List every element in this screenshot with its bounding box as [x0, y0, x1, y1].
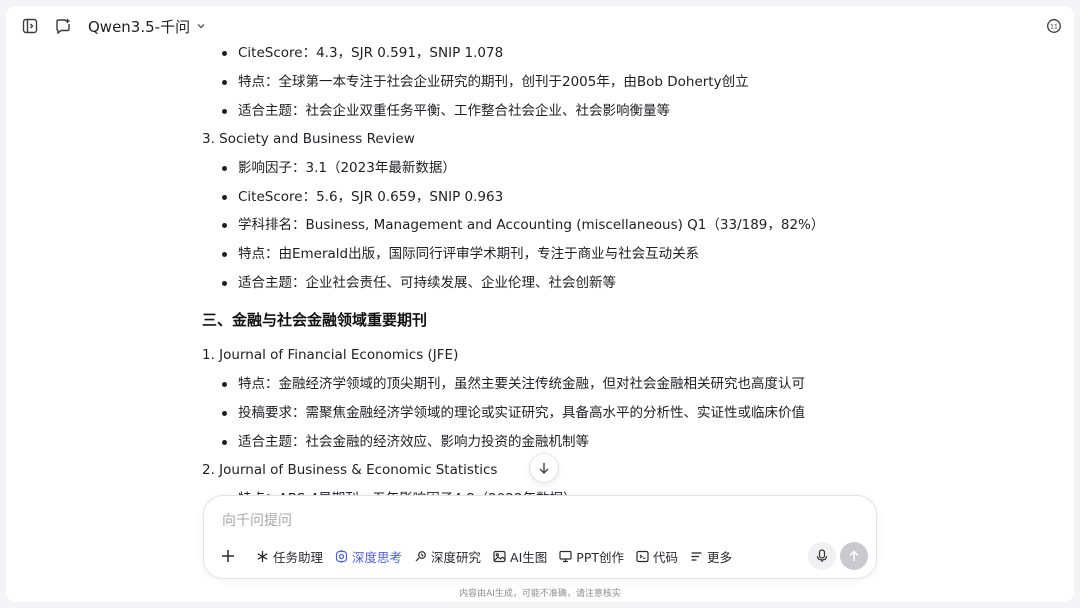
- bullet-item: 特点：由Emerald出版，国际同行评审学术期刊，专注于商业与社会互动关系: [222, 244, 699, 264]
- scroll-to-bottom-button[interactable]: [529, 453, 559, 483]
- tool-task-assistant[interactable]: 任务助理: [250, 544, 329, 568]
- chevron-down-icon: [197, 24, 205, 29]
- plus-icon: [222, 550, 234, 562]
- tool-label: 代码: [653, 549, 679, 565]
- sparkle-icon: [257, 550, 268, 562]
- tool-more[interactable]: 更多: [684, 544, 738, 568]
- menu-icon: [691, 551, 702, 561]
- tool-label: PPT创作: [576, 549, 625, 565]
- bullet-item: CiteScore：5.6，SJR 0.659，SNIP 0.963: [222, 187, 503, 207]
- tool-deep-thinking[interactable]: 深度思考: [329, 544, 408, 568]
- image-icon: [493, 550, 506, 562]
- attach-button[interactable]: [214, 544, 242, 568]
- bullet-item: 适合主题：社会企业双重任务平衡、工作整合社会企业、社会影响衡量等: [222, 101, 670, 121]
- numbered-item: 1. Journal of Financial Economics (JFE): [202, 347, 459, 363]
- prompt-input[interactable]: [222, 510, 822, 532]
- bullet-item-text: CiteScore：5.6，SJR 0.659，SNIP 0.963: [238, 189, 504, 205]
- numbered-item: 2. Journal of Business & Economic Statis…: [202, 462, 498, 478]
- bullet-item-text: 特点：金融经济学领域的顶尖期刊，虽然主要关注传统金融，但对社会金融相关研究也高度…: [238, 376, 805, 392]
- tool-deep-research[interactable]: 深度研究: [408, 544, 487, 568]
- tool-ppt-creation[interactable]: PPT创作: [553, 544, 630, 568]
- tool-ai-image[interactable]: AI生图: [487, 544, 553, 568]
- arrow-down-icon: [539, 463, 549, 474]
- bullet-item-text: CiteScore：4.3，SJR 0.591，SNIP 1.078: [238, 45, 504, 61]
- bullet-item-text: 学科排名：Business, Management and Accounting…: [238, 217, 825, 233]
- presentation-icon: [559, 550, 572, 562]
- bullet-item: 特点：全球第一本专注于社会企业研究的期刊，创刊于2005年，由Bob Doher…: [222, 72, 749, 92]
- tool-label: 更多: [707, 549, 733, 565]
- send-button[interactable]: [840, 542, 868, 570]
- numbered-item: 3. Society and Business Review: [202, 131, 415, 147]
- tool-code[interactable]: 代码: [630, 544, 684, 568]
- new-chat-icon[interactable]: [53, 16, 73, 36]
- chat-content: CiteScore：4.3，SJR 0.591，SNIP 1.078 特点：全球第…: [202, 36, 862, 498]
- bullet-item-text: 适合主题：社会企业双重任务平衡、工作整合社会企业、社会影响衡量等: [238, 103, 670, 119]
- bullet-item-text: 影响因子：3.1（2023年最新数据）: [238, 160, 456, 176]
- bullet-item: 适合主题：社会金融的经济效应、影响力投资的金融机制等: [222, 432, 589, 452]
- history-icon[interactable]: 11: [1044, 16, 1064, 36]
- bullet-item: 投稿要求：需聚焦金融经济学领域的理论或实证研究，具备高水平的分析性、实证性或临床…: [222, 403, 805, 423]
- tool-label: AI生图: [510, 549, 548, 565]
- bullet-item: 特点：金融经济学领域的顶尖期刊，虽然主要关注传统金融，但对社会金融相关研究也高度…: [222, 374, 805, 394]
- bullet-item: 学科排名：Business, Management and Accounting…: [222, 215, 824, 235]
- sidebar-toggle-icon[interactable]: [20, 16, 40, 36]
- top-bar: Qwen3.5-千问 11: [6, 6, 1074, 46]
- model-name: Qwen3.5-千问: [88, 17, 191, 36]
- ai-disclaimer: 内容由AI生成，可能不准确，请注意核实: [459, 589, 621, 599]
- code-icon: [636, 550, 649, 562]
- bullet-item-text: 适合主题：社会金融的经济效应、影响力投资的金融机制等: [238, 434, 589, 450]
- bullet-item-text: 特点：由Emerald出版，国际同行评审学术期刊，专注于商业与社会互动关系: [238, 246, 700, 262]
- composer: 任务助理 深度思考 深度研究 AI生图: [203, 495, 877, 579]
- composer-toolbar: 任务助理 深度思考 深度研究 AI生图 PPT创作 代码 更多: [214, 544, 738, 568]
- app-window: Qwen3.5-千问 11 CiteScore：4.3，SJR 0.591，SN…: [6, 6, 1074, 602]
- tool-label: 深度研究: [431, 549, 482, 565]
- bullet-item: CiteScore：4.3，SJR 0.591，SNIP 1.078: [222, 43, 503, 63]
- research-icon: [415, 550, 426, 561]
- bullet-item: 影响因子：3.1（2023年最新数据）: [222, 158, 456, 178]
- voice-input-button[interactable]: [808, 542, 836, 570]
- bullet-item: 适合主题：企业社会责任、可持续发展、企业伦理、社会创新等: [222, 273, 616, 293]
- bullet-item-text: 投稿要求：需聚焦金融经济学领域的理论或实证研究，具备高水平的分析性、实证性或临床…: [238, 405, 805, 421]
- bullet-item-text: 特点：全球第一本专注于社会企业研究的期刊，创刊于2005年，由Bob Doher…: [238, 74, 749, 90]
- svg-text:11: 11: [1050, 23, 1058, 30]
- think-icon: [335, 549, 348, 563]
- arrow-up-icon: [849, 550, 859, 561]
- model-selector[interactable]: Qwen3.5-千问: [88, 15, 206, 37]
- section-heading: 三、金融与社会金融领域重要期刊: [202, 311, 428, 329]
- tool-label: 任务助理: [273, 549, 324, 565]
- bullet-item-text: 适合主题：企业社会责任、可持续发展、企业伦理、社会创新等: [238, 275, 616, 291]
- microphone-icon: [816, 549, 828, 562]
- tool-label: 深度思考: [352, 549, 403, 565]
